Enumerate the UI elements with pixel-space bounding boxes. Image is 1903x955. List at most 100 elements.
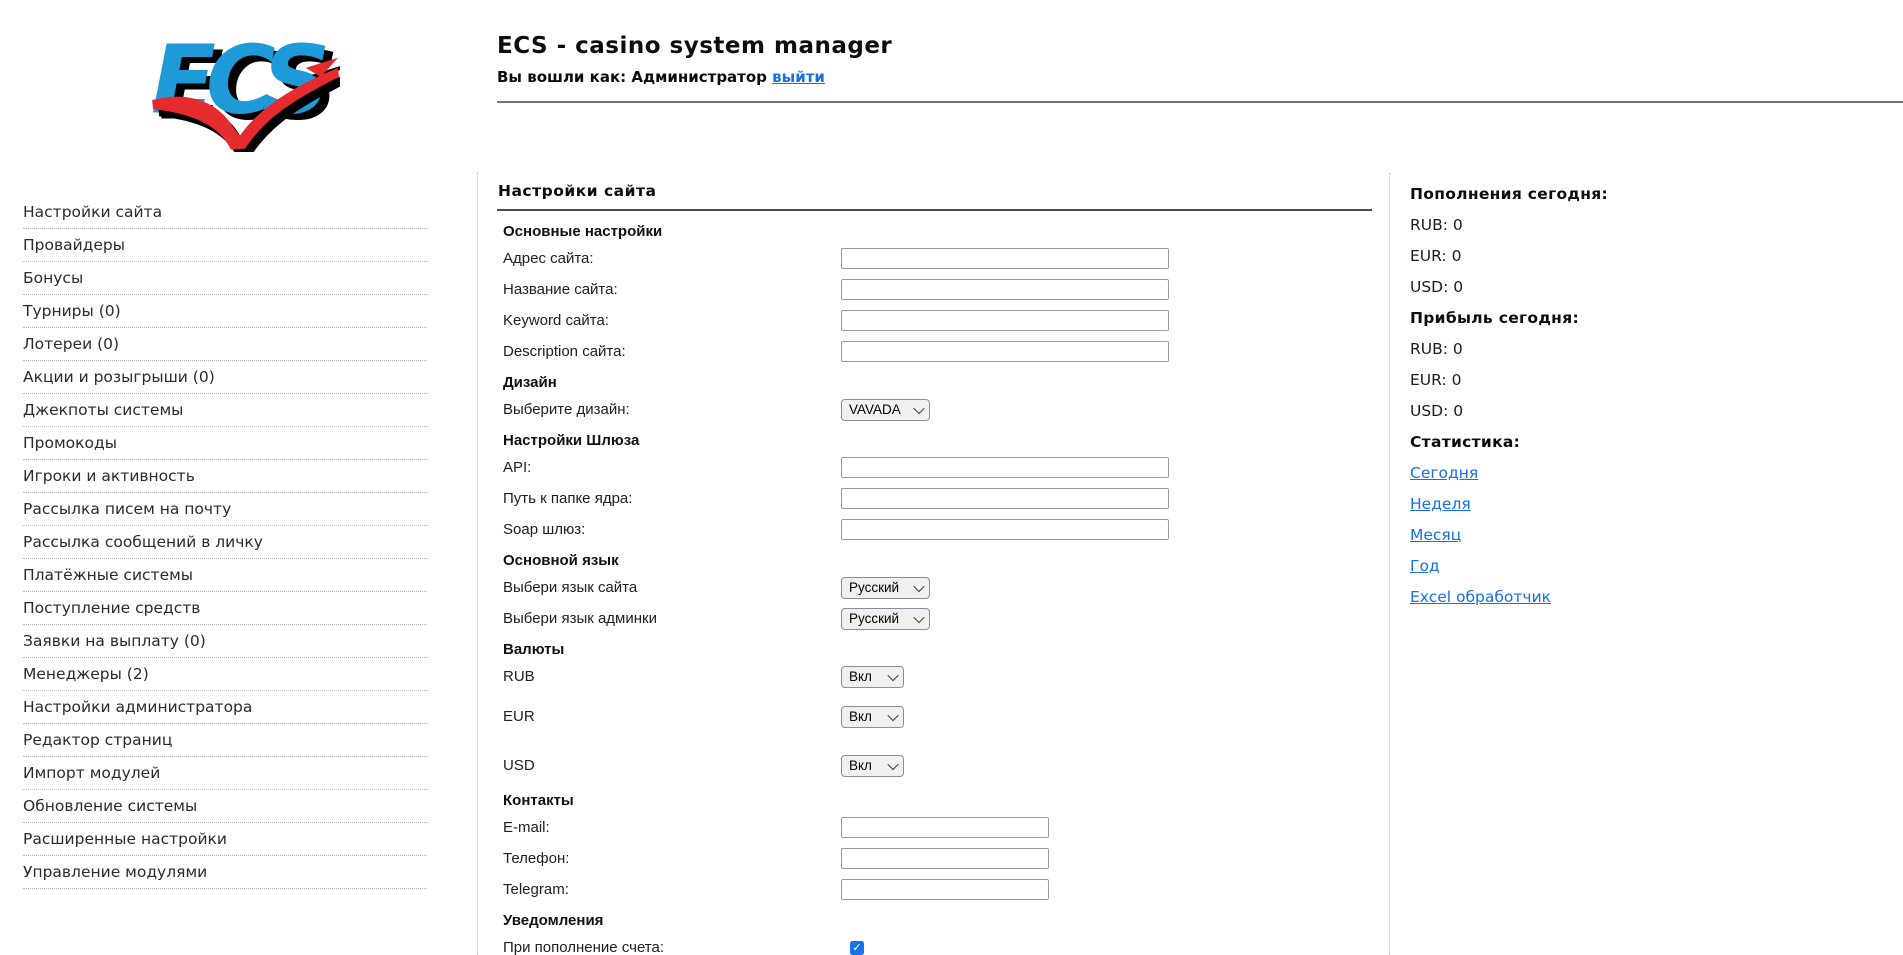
stats-link-month[interactable]: Месяц bbox=[1410, 526, 1461, 544]
chevron-down-icon bbox=[913, 580, 925, 592]
design-section-heading: Дизайн bbox=[503, 374, 557, 391]
deposit-notify-label: При пополнение счета: bbox=[503, 939, 665, 955]
stats-link-excel-handler[interactable]: Excel обработчик bbox=[1410, 588, 1551, 606]
admin-language-label: Выбери язык админки bbox=[503, 610, 657, 627]
rub-toggle-value: Вкл bbox=[849, 669, 872, 684]
sidebar-menu: Настройки сайта Провайдеры Бонусы Турнир… bbox=[23, 196, 427, 889]
deposit-notify-checkbox[interactable] bbox=[850, 940, 864, 955]
sidebar-item-tournaments[interactable]: Турниры (0) bbox=[23, 295, 427, 328]
telegram-input[interactable] bbox=[841, 879, 1049, 900]
sidebar-item-promotions[interactable]: Акции и розыгрыши (0) bbox=[23, 361, 427, 394]
design-select-value: VAVADA bbox=[849, 402, 901, 417]
sidebar-item-payout-requests[interactable]: Заявки на выплату (0) bbox=[23, 625, 427, 658]
sidebar-item-promocodes[interactable]: Промокоды bbox=[23, 427, 427, 460]
site-keyword-input[interactable] bbox=[841, 310, 1169, 331]
sidebar-item-email-mailing[interactable]: Рассылка писем на почту bbox=[23, 493, 427, 526]
deposits-usd-value: USD: 0 bbox=[1410, 278, 1464, 296]
sidebar-item-module-import[interactable]: Импорт модулей bbox=[23, 757, 427, 790]
deposits-today-heading: Пополнения сегодня: bbox=[1410, 185, 1608, 203]
site-keyword-label: Keyword сайта: bbox=[503, 312, 609, 329]
phone-label: Телефон: bbox=[503, 850, 570, 867]
page: ECS ECS ECS - casino system manager Вы в… bbox=[0, 0, 1903, 955]
site-address-input[interactable] bbox=[841, 248, 1169, 269]
sidebar-item-incoming-funds[interactable]: Поступление средств bbox=[23, 592, 427, 625]
usd-currency-label: USD bbox=[503, 757, 535, 774]
stats-panel: Пополнения сегодня: RUB: 0 EUR: 0 USD: 0… bbox=[1410, 184, 1880, 618]
telegram-label: Telegram: bbox=[503, 881, 569, 898]
sidebar-item-admin-settings[interactable]: Настройки администратора bbox=[23, 691, 427, 724]
site-language-select-value: Русский bbox=[849, 580, 900, 595]
site-description-label: Description сайта: bbox=[503, 343, 626, 360]
phone-input[interactable] bbox=[841, 848, 1049, 869]
notifications-section-heading: Уведомления bbox=[503, 912, 604, 929]
chevron-down-icon bbox=[913, 402, 925, 414]
stats-link-today[interactable]: Сегодня bbox=[1410, 464, 1478, 482]
sidebar-item-jackpots[interactable]: Джекпоты системы bbox=[23, 394, 427, 427]
site-name-label: Название сайта: bbox=[503, 281, 618, 298]
sidebar-item-module-management[interactable]: Управление модулями bbox=[23, 856, 427, 889]
stats-link-week[interactable]: Неделя bbox=[1410, 495, 1471, 513]
site-name-input[interactable] bbox=[841, 279, 1169, 300]
logout-link[interactable]: выйти bbox=[772, 68, 825, 86]
sidebar-item-system-update[interactable]: Обновление системы bbox=[23, 790, 427, 823]
api-input[interactable] bbox=[841, 457, 1169, 478]
email-input[interactable] bbox=[841, 817, 1049, 838]
site-description-input[interactable] bbox=[841, 341, 1169, 362]
ecs-logo: ECS ECS bbox=[151, 25, 340, 152]
usd-toggle-select[interactable]: Вкл bbox=[841, 754, 904, 777]
general-section-heading: Основные настройки bbox=[503, 223, 663, 240]
sidebar-item-page-editor[interactable]: Редактор страниц bbox=[23, 724, 427, 757]
eur-currency-label: EUR bbox=[503, 708, 535, 725]
page-title: ECS - casino system manager bbox=[497, 33, 893, 59]
admin-language-select[interactable]: Русский bbox=[841, 607, 930, 630]
chevron-down-icon bbox=[887, 758, 899, 770]
email-label: E-mail: bbox=[503, 819, 550, 836]
soap-gateway-label: Soap шлюз: bbox=[503, 521, 586, 538]
profit-usd-value: USD: 0 bbox=[1410, 402, 1464, 420]
chevron-down-icon bbox=[887, 709, 899, 721]
logged-in-as-label: Вы вошли как: Администратор bbox=[497, 68, 767, 86]
stats-link-year[interactable]: Год bbox=[1410, 557, 1440, 575]
design-select-label: Выберите дизайн: bbox=[503, 401, 630, 418]
panel-title: Настройки сайта bbox=[497, 182, 1372, 211]
site-language-select[interactable]: Русский bbox=[841, 576, 930, 599]
deposits-rub-value: RUB: 0 bbox=[1410, 216, 1463, 234]
main-stats-divider bbox=[1389, 173, 1390, 955]
deposits-eur-value: EUR: 0 bbox=[1410, 247, 1462, 265]
api-label: API: bbox=[503, 459, 532, 476]
chevron-down-icon bbox=[913, 611, 925, 623]
core-path-input[interactable] bbox=[841, 488, 1169, 509]
gateway-section-heading: Настройки Шлюза bbox=[503, 432, 640, 449]
rub-toggle-select[interactable]: Вкл bbox=[841, 665, 904, 688]
chevron-down-icon bbox=[887, 669, 899, 681]
contacts-section-heading: Контакты bbox=[503, 792, 574, 809]
site-settings-panel: Настройки сайта Основные настройки Адрес… bbox=[497, 182, 1372, 955]
sidebar-item-pm-mailing[interactable]: Рассылка сообщений в личку bbox=[23, 526, 427, 559]
profit-eur-value: EUR: 0 bbox=[1410, 371, 1462, 389]
eur-toggle-select[interactable]: Вкл bbox=[841, 705, 904, 728]
sidebar-item-site-settings[interactable]: Настройки сайта bbox=[23, 196, 427, 229]
sidebar-main-divider bbox=[477, 172, 478, 955]
language-section-heading: Основной язык bbox=[503, 552, 619, 569]
currency-section-heading: Валюты bbox=[503, 641, 565, 658]
sidebar-item-managers[interactable]: Менеджеры (2) bbox=[23, 658, 427, 691]
sidebar-item-bonuses[interactable]: Бонусы bbox=[23, 262, 427, 295]
site-address-label: Адрес сайта: bbox=[503, 250, 594, 267]
eur-toggle-value: Вкл bbox=[849, 709, 872, 724]
sidebar-item-providers[interactable]: Провайдеры bbox=[23, 229, 427, 262]
admin-language-select-value: Русский bbox=[849, 611, 900, 626]
site-language-label: Выбери язык сайта bbox=[503, 579, 638, 596]
rub-currency-label: RUB bbox=[503, 668, 535, 685]
profit-rub-value: RUB: 0 bbox=[1410, 340, 1463, 358]
core-path-label: Путь к папке ядра: bbox=[503, 490, 633, 507]
design-select[interactable]: VAVADA bbox=[841, 398, 930, 421]
sidebar-item-players-activity[interactable]: Игроки и активность bbox=[23, 460, 427, 493]
sidebar-item-lotteries[interactable]: Лотереи (0) bbox=[23, 328, 427, 361]
sidebar-item-advanced-settings[interactable]: Расширенные настройки bbox=[23, 823, 427, 856]
soap-gateway-input[interactable] bbox=[841, 519, 1169, 540]
header-divider bbox=[497, 101, 1903, 103]
usd-toggle-value: Вкл bbox=[849, 758, 872, 773]
sidebar-item-payment-systems[interactable]: Платёжные системы bbox=[23, 559, 427, 592]
statistics-heading: Статистика: bbox=[1410, 433, 1521, 451]
profit-today-heading: Прибыль сегодня: bbox=[1410, 309, 1579, 327]
